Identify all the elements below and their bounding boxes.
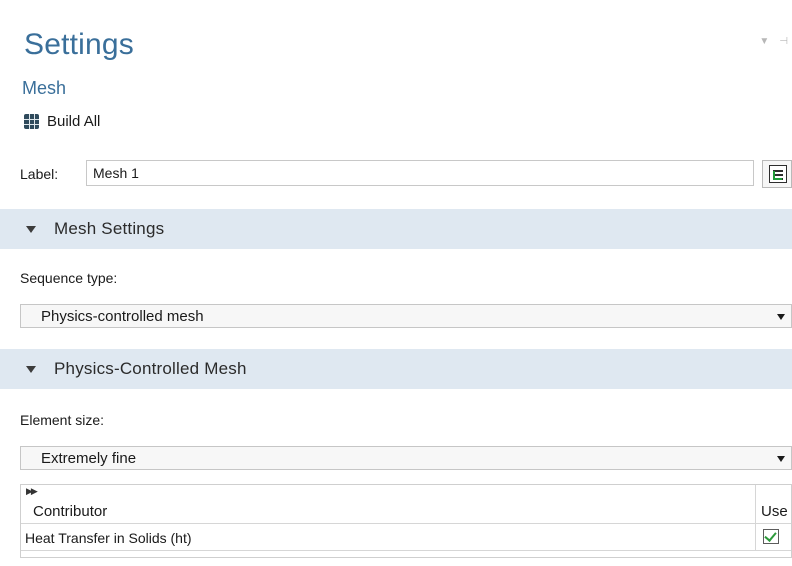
- contributor-name: Heat Transfer in Solids (ht): [25, 530, 192, 546]
- chevron-down-icon: [777, 314, 785, 320]
- label-input[interactable]: [86, 160, 754, 186]
- build-all-button[interactable]: Build All: [24, 110, 100, 132]
- edit-label-icon: [769, 165, 787, 183]
- element-size-select[interactable]: Extremely fine: [20, 446, 792, 470]
- expand-columns-icon[interactable]: ▶▶: [26, 486, 38, 497]
- mesh-grid-icon: [24, 113, 39, 129]
- edit-label-button[interactable]: [762, 160, 792, 188]
- element-size-label: Element size:: [20, 412, 105, 428]
- window-controls: ▼ ⊣: [759, 36, 788, 47]
- panel-title: Settings: [24, 28, 134, 61]
- use-checkbox[interactable]: [763, 529, 779, 544]
- column-header-contributor[interactable]: Contributor: [33, 503, 107, 520]
- sequence-type-value: Physics-controlled mesh: [41, 307, 204, 325]
- element-size-value: Extremely fine: [41, 449, 137, 467]
- table-header: ▶▶ Contributor Use: [21, 485, 791, 524]
- collapse-triangle-icon: [26, 365, 36, 373]
- section-title: Mesh Settings: [54, 219, 165, 238]
- table-row[interactable]: Heat Transfer in Solids (ht): [21, 524, 791, 551]
- sequence-type-select[interactable]: Physics-controlled mesh: [20, 304, 792, 328]
- sequence-type-label: Sequence type:: [20, 270, 118, 286]
- collapse-triangle-icon: [26, 225, 36, 233]
- node-type-label: Mesh: [22, 78, 67, 98]
- section-title: Physics-Controlled Mesh: [54, 359, 247, 378]
- chevron-down-icon: [777, 456, 785, 462]
- label-row: Label:: [20, 160, 792, 188]
- dropdown-icon[interactable]: ▼: [759, 36, 769, 47]
- section-physics-controlled-mesh[interactable]: Physics-Controlled Mesh: [0, 349, 792, 389]
- contributor-table: ▶▶ Contributor Use Heat Transfer in Soli…: [20, 484, 792, 558]
- column-header-use[interactable]: Use: [761, 503, 788, 520]
- build-all-label: Build All: [47, 112, 101, 130]
- checkmark-icon: [764, 529, 777, 542]
- pin-icon[interactable]: ⊣: [779, 36, 788, 47]
- settings-panel: Settings ▼ ⊣ Mesh Build All Label: Mesh …: [0, 0, 792, 566]
- label-field-label: Label:: [20, 166, 59, 182]
- section-mesh-settings[interactable]: Mesh Settings: [0, 209, 792, 249]
